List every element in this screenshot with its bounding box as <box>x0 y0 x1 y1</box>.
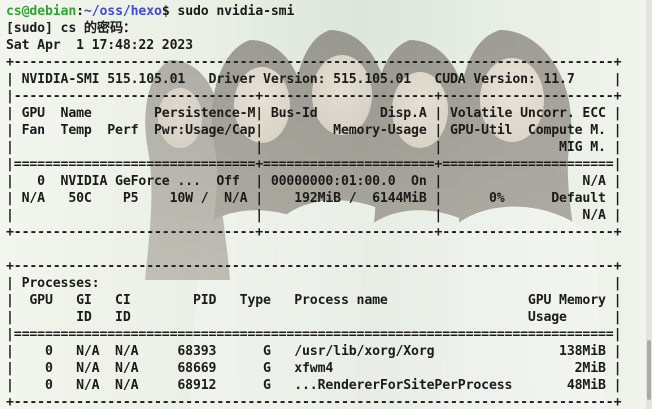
processes-bottom-border: +---------------------------------------… <box>6 395 622 409</box>
processes-double-rule: |=======================================… <box>6 327 622 342</box>
gpu-bottom-border: +-------------------------------+-------… <box>6 225 622 240</box>
sudo-password-prompt: [sudo] cs 的密码： <box>6 21 137 36</box>
smi-divider: |-------------------------------+-------… <box>6 89 622 104</box>
process-row: | 0 N/A N/A 68669 G xfwm4 2MiB | <box>6 361 622 376</box>
prompt-user: cs@debian <box>6 4 77 19</box>
scrollbar-thumb[interactable] <box>647 340 651 400</box>
smi-double-rule: |===============================+=======… <box>6 157 622 172</box>
terminal-window[interactable]: cs@debian:~/oss/hexo$ sudo nvidia-smi [su… <box>0 0 652 409</box>
prompt-command: sudo nvidia-smi <box>169 4 295 19</box>
process-row: | 0 N/A N/A 68912 G ...RendererForSitePe… <box>6 378 622 393</box>
shell-prompt-line: cs@debian:~/oss/hexo$ sudo nvidia-smi <box>6 3 652 20</box>
process-row: | 0 N/A N/A 68393 G /usr/lib/xorg/Xorg 1… <box>6 344 622 359</box>
terminal-scrollbar[interactable] <box>646 0 652 409</box>
processes-title: | Processes: | <box>6 276 622 291</box>
gpu-row-3: | | | N/A | <box>6 208 622 223</box>
processes-header-2: | ID ID Usage | <box>6 310 622 325</box>
prompt-separator: : <box>76 4 84 19</box>
smi-column-header-1: | GPU Name Persistence-M| Bus-Id Disp.A … <box>6 106 622 121</box>
processes-top-border: +---------------------------------------… <box>6 259 622 274</box>
terminal-output[interactable]: cs@debian:~/oss/hexo$ sudo nvidia-smi [su… <box>0 0 652 409</box>
gpu-row-1: | 0 NVIDIA GeForce ... Off | 00000000:01… <box>6 174 622 189</box>
smi-column-header-2: | Fan Temp Perf Pwr:Usage/Cap| Memory-Us… <box>6 123 622 138</box>
smi-timestamp: Sat Apr 1 17:48:22 2023 <box>6 38 193 53</box>
prompt-symbol: $ <box>161 4 170 19</box>
smi-column-header-3: | | | MIG M. | <box>6 140 622 155</box>
prompt-path: ~/oss/hexo <box>83 4 162 19</box>
processes-header-1: | GPU GI CI PID Type Process name GPU Me… <box>6 293 622 308</box>
smi-version-line: | NVIDIA-SMI 515.105.01 Driver Version: … <box>6 72 622 87</box>
gpu-row-2: | N/A 50C P5 10W / N/A | 192MiB / 6144Mi… <box>6 191 622 206</box>
smi-top-border: +---------------------------------------… <box>6 55 622 70</box>
